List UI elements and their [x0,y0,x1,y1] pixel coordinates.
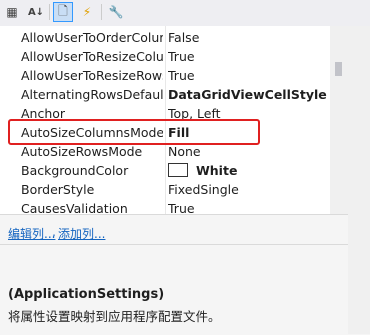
add-column-link[interactable]: 添加列... [58,225,105,242]
property-row[interactable]: CausesValidation True [0,199,330,214]
description-text: 将属性设置映射到应用程序配置文件。 [8,309,221,324]
commands-pane: 编辑列... , 添加列... [0,214,348,245]
property-name: CausesValidation [21,201,128,214]
panel-edge [348,26,370,334]
property-value[interactable]: White [196,161,237,180]
property-row[interactable]: AllowUserToResizeColumns True [0,47,330,66]
property-row[interactable]: AlternatingRowsDefaultCellStyle DataGrid… [0,85,330,104]
scrollbar-thumb[interactable] [335,62,342,76]
edit-columns-link[interactable]: 编辑列... [8,225,55,242]
description-title: (ApplicationSettings) [8,287,165,302]
commands-separator: , [52,225,56,239]
property-toolbar: ▦ A↓ 🗋 ⚡ 🔧 [0,0,370,26]
color-swatch [168,163,188,177]
property-name: AllowUserToResizeRows [21,68,163,83]
wrench-icon: 🔧 [108,5,124,19]
property-row[interactable]: BorderStyle FixedSingle [0,180,330,199]
properties-button[interactable]: 🗋 [53,2,73,22]
toolbar-separator [49,4,50,20]
property-name: AlternatingRowsDefaultCellStyle [21,87,163,102]
toolbar-separator [101,4,102,20]
property-row[interactable]: AllowUserToResizeRows True [0,66,330,85]
lightning-icon: ⚡ [82,5,92,19]
property-name: BorderStyle [21,182,95,197]
description-pane: (ApplicationSettings) 将属性设置映射到应用程序配置文件。 [0,244,348,335]
property-value[interactable]: True [168,199,328,214]
property-row[interactable]: AllowUserToOrderColumns False [0,28,330,47]
property-name: AllowUserToOrderColumns [21,30,163,45]
categorized-button[interactable]: ▦ [2,2,22,22]
events-button[interactable]: ⚡ [77,2,97,22]
property-value[interactable]: FixedSingle [168,180,328,199]
property-name: BackgroundColor [21,163,129,178]
sort-az-icon: A↓ [27,6,45,18]
alphabetical-button[interactable]: A↓ [26,2,46,22]
property-value[interactable]: False [168,28,328,47]
property-page-icon: 🗋 [58,3,68,18]
highlight-annotation [8,119,260,145]
property-row[interactable]: BackgroundColor White [0,161,330,180]
property-value[interactable]: True [168,47,328,66]
property-pages-button[interactable]: 🔧 [106,2,126,22]
grid-list-icon: ▦ [6,5,18,19]
property-value[interactable]: DataGridViewCellStyle { BackColor [168,85,328,104]
property-value[interactable]: True [168,66,328,85]
property-name: AllowUserToResizeColumns [21,49,163,64]
vertical-scrollbar[interactable] [330,26,348,214]
